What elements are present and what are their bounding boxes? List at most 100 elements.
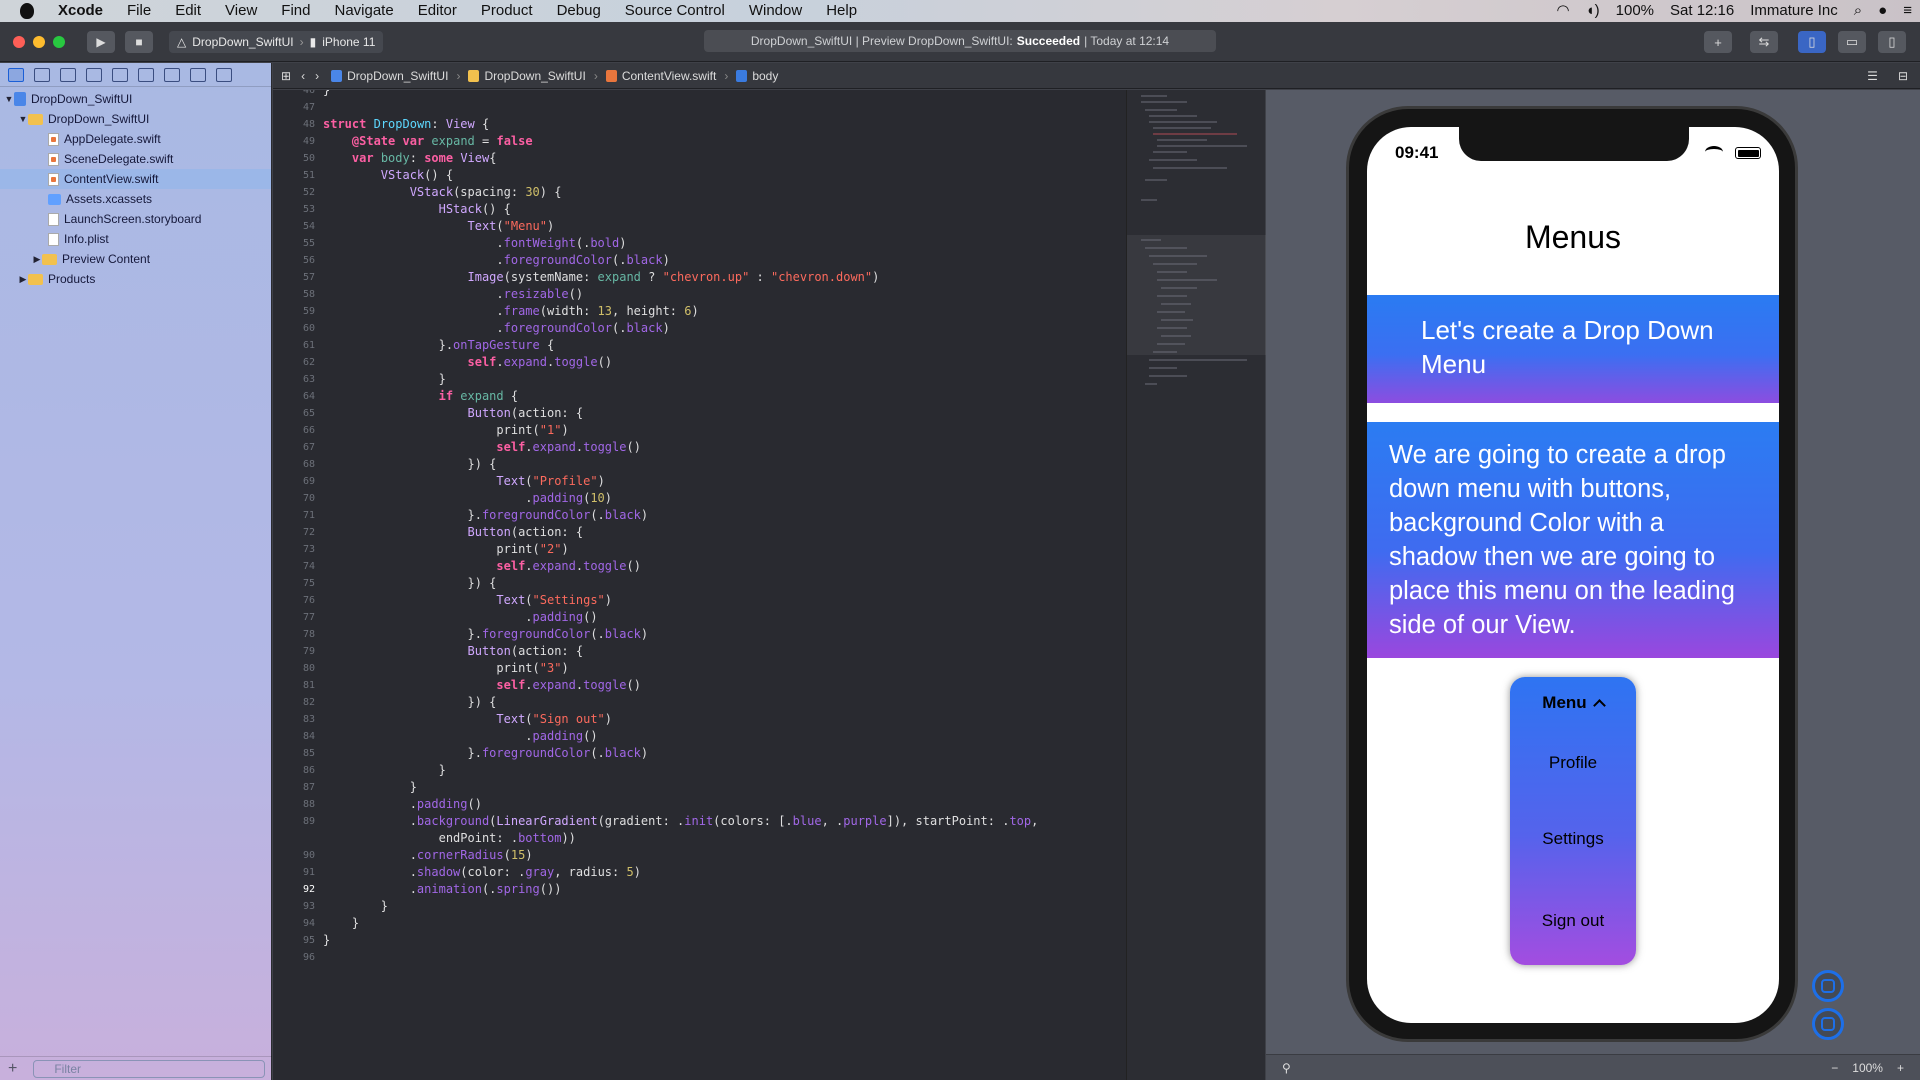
preview-on-device-button[interactable] [1812, 1008, 1844, 1040]
zoom-level[interactable]: 100% [1852, 1061, 1883, 1075]
run-button[interactable]: ▶ [87, 30, 115, 53]
menu-item-profile[interactable]: Profile [1510, 753, 1636, 773]
code-line[interactable]: }) { [323, 456, 496, 473]
code-line[interactable]: } [323, 371, 446, 388]
breadcrumb-group[interactable]: DropDown_SwiftUI [468, 69, 586, 83]
code-line[interactable]: Image(systemName: expand ? "chevron.up" … [323, 269, 880, 286]
code-line[interactable]: if expand { [323, 388, 519, 405]
minimize-window-button[interactable] [33, 35, 45, 48]
preview-canvas[interactable]: 09:41 Menus Let's create a Drop Down Men… [1266, 90, 1920, 1080]
menu-app-name[interactable]: Xcode [46, 0, 115, 22]
tree-group-row[interactable]: ▶ Preview Content [0, 249, 271, 269]
code-line[interactable]: Text("Menu") [323, 218, 555, 235]
code-line[interactable]: .resizable() [323, 286, 583, 303]
wifi-status-icon[interactable]: ◠ [1548, 0, 1577, 22]
code-line[interactable]: self.expand.toggle() [323, 354, 613, 371]
code-line[interactable]: print("2") [323, 541, 568, 558]
menu-header[interactable]: Menu [1510, 693, 1636, 713]
code-line[interactable]: VStack(spacing: 30) { [323, 184, 562, 201]
code-line[interactable]: HStack() { [323, 201, 511, 218]
code-line[interactable]: }.foregroundColor(.black) [323, 745, 648, 762]
menu-clock[interactable]: Sat 12:16 [1662, 0, 1742, 22]
tree-file-row[interactable]: Assets.xcassets [0, 189, 271, 209]
code-line[interactable]: Text("Profile") [323, 473, 604, 490]
disclosure-closed-icon[interactable]: ▶ [32, 249, 42, 269]
code-line[interactable]: Text("Sign out") [323, 711, 612, 728]
menu-window[interactable]: Window [737, 0, 814, 22]
close-window-button[interactable] [13, 35, 25, 48]
tree-group-row[interactable]: ▶ Products [0, 269, 271, 289]
code-line[interactable]: }.onTapGesture { [323, 337, 555, 354]
menu-editor[interactable]: Editor [406, 0, 469, 22]
zoom-in-icon[interactable]: + [1897, 1061, 1904, 1075]
related-items-icon[interactable]: ⊞ [281, 69, 291, 83]
source-control-tab-icon[interactable] [34, 67, 50, 82]
navigator-toggle-button[interactable]: ▯ [1798, 31, 1826, 53]
code-line[interactable]: }.foregroundColor(.black) [323, 626, 648, 643]
code-line[interactable]: .padding(10) [323, 490, 612, 507]
menu-find[interactable]: Find [269, 0, 322, 22]
code-line[interactable]: } [323, 779, 417, 796]
code-line[interactable]: Text("Settings") [323, 592, 612, 609]
code-line[interactable]: VStack() { [323, 167, 453, 184]
code-line[interactable]: } [323, 90, 330, 99]
disclosure-open-icon[interactable]: ▼ [4, 89, 14, 109]
zoom-window-button[interactable] [53, 35, 65, 48]
stop-button[interactable]: ■ [125, 30, 153, 53]
menu-product[interactable]: Product [469, 0, 545, 22]
code-line[interactable]: self.expand.toggle() [323, 439, 641, 456]
menu-navigate[interactable]: Navigate [322, 0, 405, 22]
code-line[interactable]: struct DropDown: View { [323, 116, 489, 133]
siri-icon[interactable]: ● [1870, 0, 1895, 22]
breakpoint-tab-icon[interactable] [190, 67, 206, 82]
zoom-out-icon[interactable]: − [1831, 1061, 1838, 1075]
symbol-tab-icon[interactable] [60, 67, 76, 82]
control-center-icon[interactable]: ≡ [1895, 0, 1920, 22]
test-tab-icon[interactable] [138, 67, 154, 82]
breadcrumb-project[interactable]: DropDown_SwiftUI [331, 69, 448, 83]
code-line[interactable]: var body: some View{ [323, 150, 497, 167]
code-line[interactable]: .padding() [323, 609, 597, 626]
menu-item-sign-out[interactable]: Sign out [1510, 911, 1636, 931]
code-line[interactable]: }) { [323, 575, 496, 592]
tree-file-row[interactable]: AppDelegate.swift [0, 129, 271, 149]
code-line[interactable]: Button(action: { [323, 643, 584, 660]
inspector-toggle-button[interactable]: ▯ [1878, 31, 1906, 53]
code-line[interactable]: .animation(.spring()) [323, 881, 562, 898]
battery-percent[interactable]: 100% [1608, 0, 1662, 22]
code-line[interactable]: } [323, 915, 359, 932]
tree-file-row[interactable]: SceneDelegate.swift [0, 149, 271, 169]
folder-tab-icon[interactable] [8, 67, 24, 82]
add-icon[interactable]: + [8, 1060, 17, 1078]
code-line[interactable]: }.foregroundColor(.black) [323, 507, 648, 524]
tree-file-row-selected[interactable]: ContentView.swift [0, 169, 271, 189]
spotlight-search-icon[interactable]: ⌕ [1846, 0, 1870, 22]
menu-user[interactable]: Immature Inc [1742, 0, 1846, 22]
breadcrumb-file[interactable]: ContentView.swift [605, 69, 716, 83]
volume-icon[interactable]: ◖) [1578, 0, 1608, 22]
code-line[interactable]: }) { [323, 694, 496, 711]
menu-edit[interactable]: Edit [163, 0, 213, 22]
code-line[interactable]: .background(LinearGradient(gradient: .in… [323, 813, 1039, 830]
report-tab-icon[interactable] [216, 67, 232, 82]
back-icon[interactable]: ‹ [301, 69, 305, 83]
code-line[interactable]: @State var expand = false [323, 133, 533, 150]
code-line[interactable]: print("1") [323, 422, 568, 439]
menu-item-settings[interactable]: Settings [1510, 829, 1636, 849]
issue-tab-icon[interactable] [112, 67, 128, 82]
scheme-selector[interactable]: △ DropDown_SwiftUI › ▮ iPhone 11 [169, 30, 384, 53]
menu-file[interactable]: File [115, 0, 163, 22]
library-button[interactable]: + [1704, 31, 1732, 53]
tree-group-row[interactable]: ▼ DropDown_SwiftUI [0, 109, 271, 129]
tree-file-row[interactable]: Info.plist [0, 229, 271, 249]
code-line[interactable]: } [323, 762, 446, 779]
menu-help[interactable]: Help [814, 0, 869, 22]
apple-icon[interactable] [20, 3, 34, 19]
code-line[interactable]: .foregroundColor(.black) [323, 320, 669, 337]
menu-debug[interactable]: Debug [545, 0, 613, 22]
code-line[interactable]: } [323, 932, 330, 949]
split-editor-icon[interactable]: ⊟ [1898, 69, 1908, 83]
code-line[interactable]: self.expand.toggle() [323, 677, 641, 694]
code-line[interactable]: Button(action: { [323, 405, 584, 422]
tree-file-row[interactable]: LaunchScreen.storyboard [0, 209, 271, 229]
